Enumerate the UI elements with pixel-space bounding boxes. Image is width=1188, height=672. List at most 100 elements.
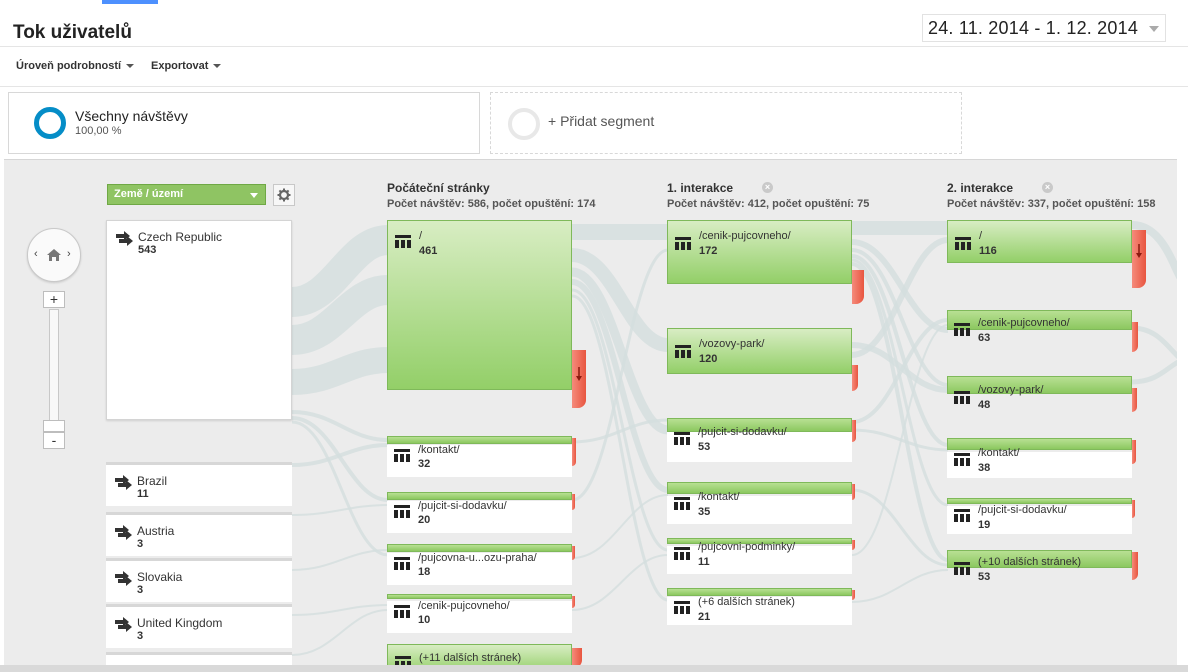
exit-drop[interactable] — [852, 540, 855, 550]
country-node[interactable]: Czech Republic 543 — [106, 220, 292, 420]
column-title: 1. interakce — [667, 181, 734, 195]
exit-drop[interactable] — [1132, 440, 1136, 464]
page-count: 172 — [699, 245, 718, 257]
page-node[interactable]: (+10 dalších stránek) 53 — [947, 556, 1132, 590]
page-count: 461 — [419, 245, 438, 257]
country-node[interactable]: Austria 3 — [106, 512, 292, 556]
exit-drop[interactable] — [1132, 552, 1138, 580]
exit-drop[interactable] — [852, 420, 856, 442]
pan-control[interactable]: ‹ › — [27, 228, 81, 282]
close-icon[interactable]: × — [1042, 182, 1053, 193]
chevron-down-icon — [213, 64, 222, 68]
page-node[interactable]: /pujcovna-u...ozu-praha/ 18 — [387, 552, 572, 585]
close-icon[interactable]: × — [762, 182, 773, 193]
page-node[interactable]: /cenik-pujcovneho/ 10 — [387, 600, 572, 633]
date-range-picker[interactable]: 24. 11. 2014 - 1. 12. 2014 — [922, 14, 1166, 42]
zoom-slider-thumb[interactable] — [43, 420, 65, 432]
country-count: 3 — [137, 584, 144, 596]
page-node[interactable]: /pujcovni-podminky/ 11 — [667, 541, 852, 574]
exit-drop[interactable] — [852, 270, 864, 304]
page-node[interactable]: / 116 — [947, 220, 1132, 263]
zoom-out-button[interactable]: - — [43, 432, 65, 449]
exit-drop[interactable] — [852, 590, 855, 600]
page-path: (+6 dalších stránek) — [698, 596, 795, 608]
exit-drop[interactable] — [852, 484, 855, 500]
empty-ring-icon — [508, 108, 540, 140]
page-node[interactable]: / 461 — [387, 220, 572, 390]
page-node[interactable]: /kontakt/ 32 — [387, 444, 572, 477]
page-node[interactable]: /pujcit-si-dodavku/ 20 — [387, 500, 572, 533]
page-path: /cenik-pujcovneho/ — [978, 317, 1070, 329]
column-title: Počáteční stránky — [387, 181, 490, 195]
exit-drop[interactable] — [572, 350, 586, 408]
zoom-slider-track[interactable] — [49, 309, 59, 423]
country-arrow-icon — [115, 475, 132, 490]
divider — [0, 86, 1188, 87]
exit-drop[interactable] — [1132, 500, 1135, 518]
page-node[interactable]: /pujcit-si-dodavku/ 19 — [947, 504, 1132, 534]
horizontal-scrollbar[interactable] — [0, 665, 1188, 672]
node-bar — [387, 544, 572, 552]
country-node[interactable]: Slovakia 3 — [106, 558, 292, 602]
country-node[interactable]: Brazil 11 — [106, 462, 292, 506]
donut-ring-icon — [34, 107, 66, 139]
page-node[interactable]: /pujcit-si-dodavku/ 53 — [667, 426, 852, 462]
page-path: / — [419, 230, 423, 242]
page-layout-icon — [394, 557, 410, 570]
country-count: 543 — [138, 244, 157, 256]
exit-arrow-icon — [1136, 244, 1142, 258]
page-layout-icon — [395, 235, 411, 248]
segment-percentage: 100,00 % — [75, 125, 122, 137]
exit-drop[interactable] — [852, 365, 858, 391]
divider — [0, 46, 1188, 47]
exit-drop[interactable] — [572, 494, 575, 510]
page-title: Tok uživatelů — [13, 22, 132, 43]
exit-drop[interactable] — [1132, 230, 1146, 288]
page-count: 116 — [979, 245, 997, 257]
country-count: 3 — [137, 538, 144, 550]
node-bar — [947, 438, 1132, 450]
add-segment-button[interactable]: + Přidat segment — [490, 92, 962, 154]
exit-drop[interactable] — [572, 546, 575, 560]
page-node[interactable]: /vozovy-park/ 120 — [667, 328, 852, 374]
pan-left-arrow[interactable]: ‹ — [34, 248, 38, 260]
page-path: /vozovy-park/ — [978, 384, 1044, 396]
page-node[interactable]: /kontakt/ 35 — [667, 491, 852, 524]
node-bar — [387, 436, 572, 444]
page-node[interactable]: /cenik-pujcovneho/ 63 — [947, 317, 1132, 352]
page-node[interactable]: /cenik-pujcovneho/ 172 — [667, 220, 852, 284]
page-count: 11 — [698, 556, 710, 568]
home-icon[interactable] — [46, 248, 62, 262]
export-button[interactable]: Exportovat — [151, 60, 222, 72]
detail-level-button[interactable]: Úroveň podrobností — [16, 60, 135, 72]
page-layout-icon — [394, 505, 410, 518]
page-path: (+11 dalších stránek) — [419, 652, 522, 664]
page-node[interactable]: (+11 dalších stránek) — [387, 644, 572, 667]
page-node[interactable]: /kontakt/ 38 — [947, 447, 1132, 478]
country-name: United Kingdom — [137, 616, 223, 630]
dimension-selector[interactable]: Země / území — [107, 184, 266, 205]
flow-canvas[interactable]: Země / území ‹ › + - Czech Republic 543 … — [4, 159, 1177, 667]
column-summary: Počet návštěv: 337, počet opuštění: 158 — [947, 198, 1156, 210]
zoom-in-button[interactable]: + — [43, 291, 65, 308]
gear-icon — [277, 188, 291, 202]
page-path: /cenik-pujcovneho/ — [418, 600, 510, 612]
node-bar — [387, 492, 572, 500]
segment-label: Všechny návštěvy — [75, 108, 188, 124]
page-node[interactable]: (+6 dalších stránek) 21 — [667, 596, 852, 625]
node-bar — [667, 588, 852, 596]
segment-all-visits[interactable]: Všechny návštěvy 100,00 % — [8, 92, 480, 154]
pan-right-arrow[interactable]: › — [67, 248, 71, 260]
exit-drop[interactable] — [572, 596, 575, 608]
settings-button[interactable] — [273, 184, 295, 206]
node-bar — [667, 482, 852, 494]
page-layout-icon — [674, 432, 690, 445]
exit-drop[interactable] — [1132, 388, 1137, 412]
exit-drop[interactable] — [572, 438, 576, 466]
exit-drop[interactable] — [1132, 322, 1138, 352]
page-count: 53 — [978, 571, 991, 583]
page-count: 48 — [978, 399, 991, 411]
country-node[interactable]: United Kingdom 3 — [106, 604, 292, 648]
page-path: /pujcit-si-dodavku/ — [418, 500, 507, 512]
page-node[interactable]: /vozovy-park/ 48 — [947, 384, 1132, 416]
